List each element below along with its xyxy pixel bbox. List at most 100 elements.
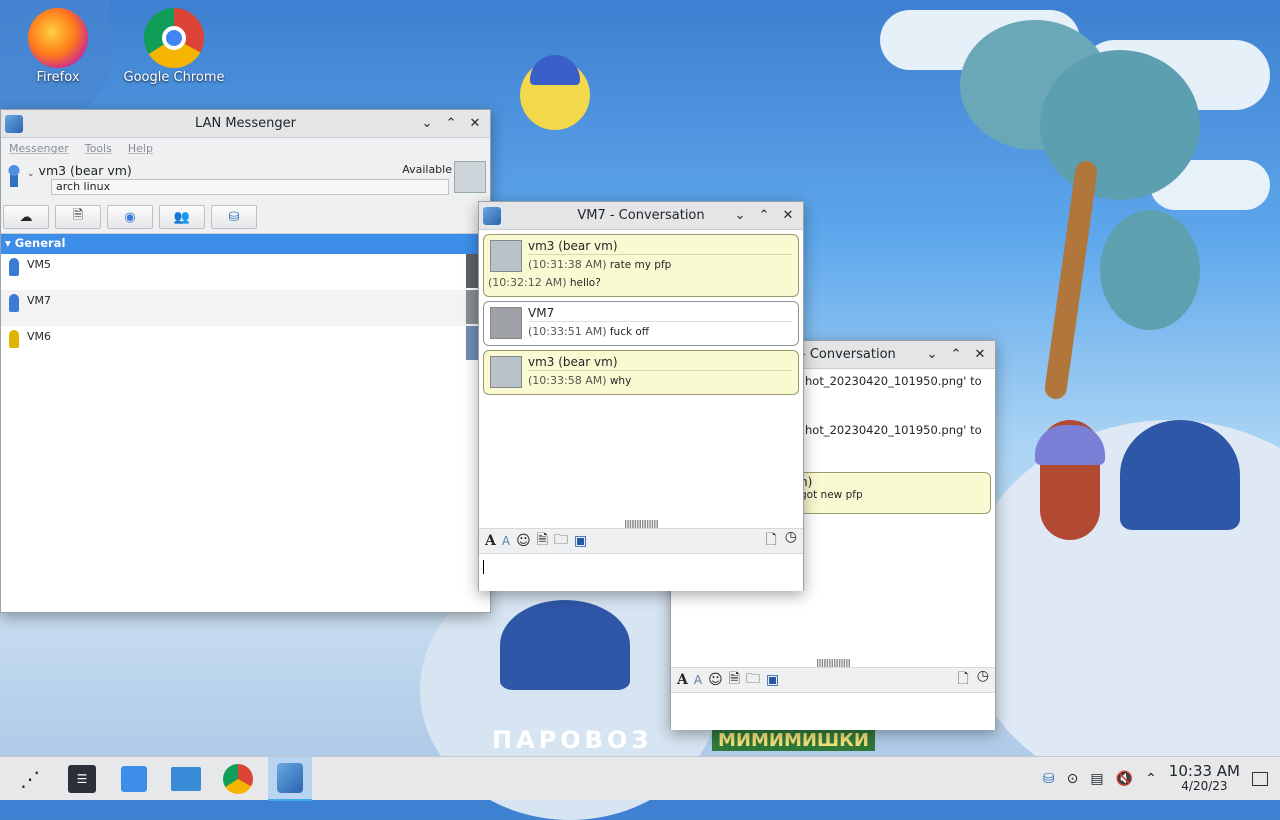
lan-messenger-window[interactable]: LAN Messenger ⌄ ⌃ ✕ Messenger Tools Help… [0,109,491,613]
smiley-icon[interactable]: ☺ [516,533,531,549]
save-icon[interactable]: ▣ [574,533,587,549]
minimize-icon[interactable]: ⌄ [729,205,751,227]
clock[interactable]: 10:33 AM 4/20/23 [1168,762,1240,794]
status-note-input[interactable]: arch linux [51,179,449,195]
profile-avatar[interactable] [454,161,486,193]
profile-panel: ⌄ vm3 (bear vm) Available arch linux [1,159,490,201]
send-file-icon[interactable]: 🗎 [729,668,740,692]
contact-item[interactable]: VM5 [1,254,490,290]
desktop-icon-label: Firefox [36,70,80,85]
message-time: (10:32:12 AM) [488,276,567,289]
message-sender: vm3 (bear vm) [528,239,792,255]
users-icon: 👥 [173,209,191,225]
clipboard-icon[interactable]: ▤ [1090,771,1103,787]
clock-time: 10:33 AM [1168,762,1240,781]
maximize-icon[interactable]: ⌃ [753,205,775,227]
settings-icon: ☰ [68,764,96,793]
chat-icon: ☁ [19,209,33,225]
history-icon[interactable]: ◷ [785,529,797,553]
network-button[interactable]: ⛁ [211,205,257,229]
titlebar[interactable]: VM7 - Conversation ⌄ ⌃ ✕ [479,202,803,230]
message-text: why [609,375,632,387]
add-contact-icon[interactable]: 🗋 [958,668,969,692]
smiley-icon[interactable]: ☺ [708,672,723,688]
group-header[interactable]: ▾ General [1,234,490,254]
show-desktop-icon[interactable] [1252,771,1268,786]
history-icon[interactable]: ◷ [977,668,989,692]
broadcast-button[interactable]: ◉ [107,205,153,229]
application-launcher[interactable]: ⋰ [8,757,52,801]
font-icon[interactable]: A [677,672,688,688]
minimize-icon[interactable]: ⌄ [416,113,438,135]
send-folder-icon[interactable]: 🗀 [746,668,760,692]
font-color-icon[interactable]: A [502,534,510,548]
file-transfer-line: hot_20230420_101950.png' to [805,374,982,388]
message-input[interactable] [479,555,803,591]
message-line: (10:32:12 AM) hello? [488,274,792,292]
message-text: hello? [569,277,601,289]
message-sender: n) [800,475,813,489]
store-icon [121,765,147,792]
taskbar-settings[interactable]: ☰ [60,757,104,801]
maximize-icon[interactable]: ⌃ [440,113,462,135]
text-cursor [483,560,484,574]
status-icon [9,294,19,312]
message-text: got new pfp [800,489,863,501]
contact-item[interactable]: VM7 [1,290,490,326]
taskbar-lan-messenger[interactable] [268,756,312,801]
save-icon[interactable]: ▣ [766,672,779,688]
message-input[interactable] [671,694,995,730]
close-icon[interactable]: ✕ [464,113,486,135]
clock-date: 4/20/23 [1181,779,1228,794]
taskbar-discover[interactable] [112,757,156,801]
send-file-icon[interactable]: 🗎 [537,529,548,553]
menu-tools[interactable]: Tools [85,142,112,155]
titlebar[interactable]: LAN Messenger ⌄ ⌃ ✕ [1,110,490,138]
contact-item[interactable]: VM6 [1,326,490,362]
file-transfer-line: hot_20230420_101950.png' to [805,423,982,437]
lan-messenger-tray-icon[interactable]: ⛁ [1043,771,1055,787]
font-color-icon[interactable]: A [694,673,702,687]
message-bubble: vm3 (bear vm) (10:31:38 AM) rate my pfp … [483,234,799,297]
contact-name: VM7 [27,294,52,307]
message-text: rate my pfp [609,259,672,271]
menu-messenger[interactable]: Messenger [9,142,69,155]
menu-help[interactable]: Help [128,142,153,155]
status-icon [9,258,19,276]
message-sender: VM7 [528,306,792,322]
chrome-icon [144,8,204,68]
desktop-icon-chrome[interactable]: Google Chrome [119,8,229,85]
add-contact-icon[interactable]: 🗋 [766,529,777,553]
message-text: fuck off [609,326,650,338]
status-dropdown-icon[interactable]: ⌄ [27,169,35,199]
availability-status[interactable]: Available [402,163,452,176]
font-icon[interactable]: A [485,533,496,549]
message-bubble: VM7 (10:33:51 AM) fuck off [483,301,799,346]
volume-muted-icon[interactable]: 🔇 [1116,771,1133,787]
desktop-icon-firefox[interactable]: Firefox [3,8,113,85]
transcript-partial: hot_20230420_101950.png' to hot_20230420… [805,373,982,439]
message-bubble: n) got new pfp [791,472,991,514]
expand-tray-icon[interactable]: ⌃ [1145,771,1157,787]
close-icon[interactable]: ✕ [969,344,991,366]
contact-name: VM5 [27,258,52,271]
status-icon [9,330,19,348]
close-icon[interactable]: ✕ [777,205,799,227]
taskbar-chrome[interactable] [216,757,260,801]
send-folder-icon[interactable]: 🗀 [554,529,568,553]
status-icon[interactable] [7,165,21,187]
chrome-icon [223,763,253,794]
avatar [490,356,522,388]
splitter-grip[interactable]: |||||||||||||||||||| [479,519,803,528]
taskbar-files[interactable] [164,757,208,801]
splitter-grip[interactable]: |||||||||||||||||||| [671,658,995,667]
add-contact-button[interactable]: 👥 [159,205,205,229]
maximize-icon[interactable]: ⌃ [945,344,967,366]
conversation-window-front[interactable]: VM7 - Conversation ⌄ ⌃ ✕ vm3 (bear vm) (… [478,201,804,591]
updates-icon[interactable]: ⊙ [1067,771,1079,787]
contact-list: VM5 VM7 VM6 [1,254,490,362]
minimize-icon[interactable]: ⌄ [921,344,943,366]
wallpaper-brand-text: ПАРОВОЗ [492,726,653,754]
file-transfer-button[interactable]: 🗎 [55,205,101,229]
chat-room-button[interactable]: ☁ [3,205,49,229]
